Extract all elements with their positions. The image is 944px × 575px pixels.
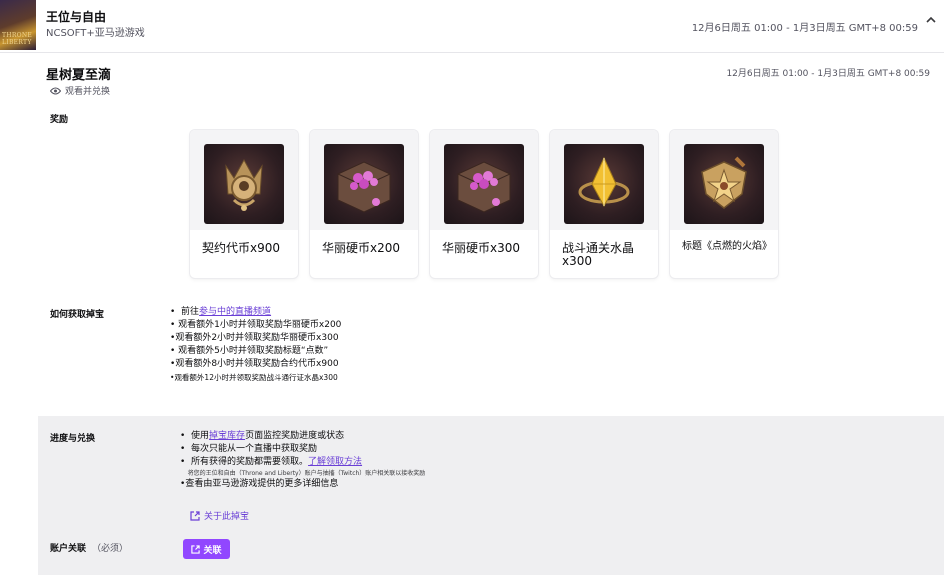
- reward-card[interactable]: 契约代币x900: [190, 130, 298, 278]
- how-to-list: • 前往参与中的直播频道 • 观看额外1小时并领取奖励华丽硬币x200 •观看额…: [170, 306, 341, 384]
- reward-name: 华丽硬币x200: [322, 241, 401, 255]
- account-label-text: 账户关联: [50, 544, 87, 554]
- progress-text: 使用: [191, 431, 210, 441]
- watch-and-redeem: 观看并兑换: [50, 84, 110, 97]
- reward-image-frame: [430, 130, 538, 230]
- coin-chest-icon: [324, 144, 404, 224]
- list-item: •观看额外2小时并领取奖励华丽硬币x300: [170, 333, 339, 343]
- about-drop-link[interactable]: 关于此掉宝: [190, 509, 249, 522]
- reward-image-frame: [310, 130, 418, 230]
- game-cover-image[interactable]: THRONE LIBERTY: [0, 0, 36, 50]
- how-to-heading: 如何获取掉宝: [50, 310, 105, 320]
- reward-card[interactable]: 战斗通关水晶x300: [550, 130, 658, 278]
- game-title: 王位与自由: [46, 10, 107, 24]
- step-text: 观看额外8小时并领取奖励合约代币x900: [175, 359, 339, 369]
- header-date-range: 12月6日周五 01:00 - 1月3日周五 GMT+8 00:59: [691, 23, 918, 34]
- reward-card[interactable]: 华丽硬币x300: [430, 130, 538, 278]
- cover-logo-text: THRONE LIBERTY: [2, 32, 33, 46]
- campaign-title: 星树夏至滴: [46, 68, 112, 83]
- external-link-icon: [190, 510, 200, 521]
- external-link-icon: [191, 544, 201, 554]
- list-item: •查看由亚马逊游戏提供的更多详细信息: [180, 479, 339, 489]
- step-text: 观看额外5小时并领取奖励标题“点数”: [178, 346, 329, 356]
- progress-text: 查看由亚马逊游戏提供的更多详细信息: [185, 479, 339, 489]
- reward-card[interactable]: 标题《点燃的火焰》: [670, 130, 778, 278]
- emblem-icon: [204, 144, 284, 224]
- reward-name: 华丽硬币x300: [442, 241, 521, 255]
- rewards-heading: 奖励: [50, 115, 69, 125]
- coin-chest-icon: [444, 144, 524, 224]
- list-item: • 前往参与中的直播频道: [170, 307, 272, 317]
- reward-card[interactable]: 华丽硬币x200: [310, 130, 418, 278]
- game-publisher: NCSOFT+亚马逊游戏: [46, 28, 145, 39]
- list-item: 将您的王位和自由（Throne and Liberty）账户与抽搐（Twitch…: [180, 469, 426, 478]
- reward-name: 战斗通关水晶x300: [562, 241, 635, 268]
- reward-image-frame: [190, 130, 298, 230]
- title-badge-icon: [684, 144, 764, 224]
- learn-claim-link[interactable]: 了解领取方法: [308, 457, 362, 467]
- list-item: • 每次只能从一个直播中获取奖励: [180, 444, 318, 454]
- step-text: 观看额外1小时并领取奖励华丽硬币x200: [178, 320, 342, 330]
- step-text: 观看额外12小时并领取奖励战斗通行证水晶x300: [174, 373, 338, 382]
- list-item: •观看额外8小时并领取奖励合约代币x900: [170, 359, 339, 369]
- progress-text: 所有获得的奖励都需要领取。: [191, 457, 309, 467]
- list-item: • 观看额外1小时并领取奖励华丽硬币x200: [170, 320, 342, 330]
- progress-text: 页面监控奖励进度或状态: [245, 431, 345, 441]
- campaign-date-range: 12月6日周五 01:00 - 1月3日周五 GMT+8 00:59: [726, 69, 930, 79]
- list-item: •观看额外12小时并领取奖励战斗通行证水晶x300: [170, 373, 338, 382]
- progress-text: 每次只能从一个直播中获取奖励: [191, 444, 318, 454]
- chevron-up-icon: [926, 16, 936, 23]
- progress-panel: [38, 416, 944, 575]
- progress-heading: 进度与兑换: [50, 434, 96, 444]
- link-account-button[interactable]: 关联: [183, 539, 230, 559]
- progress-fine-print: 将您的王位和自由（Throne and Liberty）账户与抽搐（Twitch…: [187, 470, 426, 477]
- collapse-button[interactable]: [924, 15, 938, 31]
- step-text: 观看额外2小时并领取奖励华丽硬币x300: [175, 333, 339, 343]
- watch-label: 观看并兑换: [65, 87, 111, 97]
- reward-name: 标题《点燃的火焰》: [682, 241, 772, 252]
- account-link-heading: 账户关联 （必须）: [50, 541, 128, 554]
- list-item: • 观看额外5小时并领取奖励标题“点数”: [170, 346, 329, 356]
- required-tag: （必须）: [92, 544, 129, 554]
- crystal-icon: [564, 144, 644, 224]
- drops-inventory-link[interactable]: 掉宝库存: [209, 431, 245, 441]
- header-divider: [0, 52, 944, 53]
- reward-image-frame: [550, 130, 658, 230]
- reward-name: 契约代币x900: [202, 241, 281, 255]
- eye-icon: [50, 87, 61, 94]
- list-item: • 所有获得的奖励都需要领取。了解领取方法: [180, 457, 363, 467]
- live-channels-link[interactable]: 参与中的直播频道: [199, 307, 271, 317]
- list-item: • 使用掉宝库存页面监控奖励进度或状态: [180, 431, 345, 441]
- progress-list: • 使用掉宝库存页面监控奖励进度或状态 • 每次只能从一个直播中获取奖励 • 所…: [180, 430, 425, 491]
- step-text: 前往: [181, 307, 200, 317]
- about-drop-label: 关于此掉宝: [204, 512, 250, 522]
- link-button-label: 关联: [203, 545, 222, 556]
- reward-image-frame: [670, 130, 778, 230]
